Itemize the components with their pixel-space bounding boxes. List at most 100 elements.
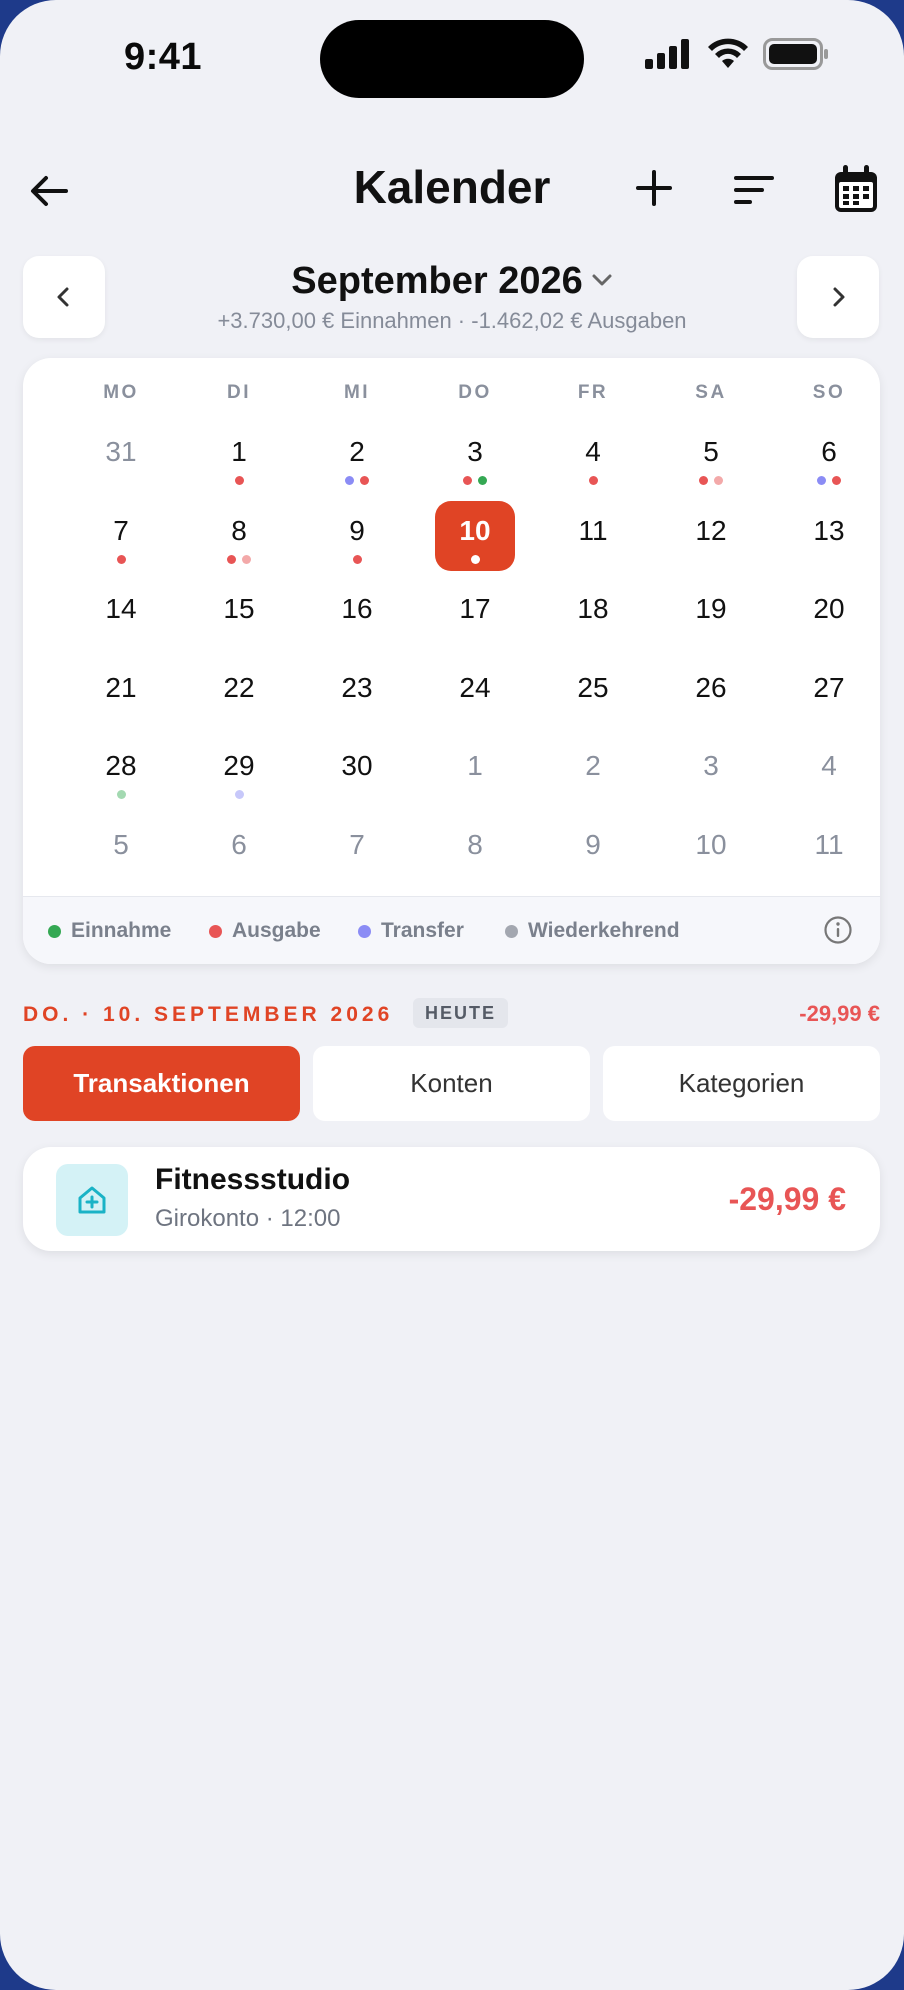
calendar-day[interactable]: 3 [416,420,534,498]
calendar-day[interactable]: 10 [652,813,770,891]
calendar-day[interactable]: 5 [62,813,180,891]
calendar-day[interactable]: 30 [298,734,416,812]
calendar-day[interactable]: 22 [180,656,298,734]
tab-transactions[interactable]: Transaktionen [23,1046,300,1121]
calendar-day-number: 12 [695,514,727,546]
calendar-day-number: 11 [814,828,844,860]
calendar-day[interactable]: 2 [298,420,416,498]
recurring-dot-icon [505,924,518,938]
calendar-day[interactable]: 8 [416,813,534,891]
calendar-day-number: 8 [467,828,483,860]
calendar-day[interactable]: 8 [180,499,298,577]
calendar-day[interactable]: 17 [416,577,534,655]
calendar-day[interactable]: 16 [298,577,416,655]
calendar-day[interactable]: 26 [652,656,770,734]
calendar-day[interactable]: 3 [652,734,770,812]
calendar-day-number: 2 [585,750,601,781]
calendar-day[interactable]: 24 [416,656,534,734]
calendar-day[interactable]: 11 [770,813,880,891]
transaction-item[interactable]: Fitnessstudio Girokonto · 12:00 -29,99 € [23,1147,880,1251]
tab-categories[interactable]: Kategorien [603,1046,880,1121]
calendar-day[interactable]: 14 [62,577,180,655]
calendar-day-number: 11 [578,514,608,546]
calendar-day[interactable]: 28 [62,734,180,812]
app-screen: 9:41 Kalender September 2026 +3.730,00 €… [0,0,904,1990]
calendar-day[interactable]: 18 [534,577,652,655]
calendar-day[interactable]: 4 [770,734,880,812]
calendar-day[interactable]: 7 [298,813,416,891]
calendar-day[interactable]: 19 [652,577,770,655]
sort-icon[interactable] [732,168,776,212]
calendar-day[interactable]: 1 [180,420,298,498]
weekday-label: MI [343,382,371,403]
calendar-day-selected[interactable]: 10 [416,499,534,577]
calendar-day-number: 20 [813,593,845,624]
calendar-day[interactable]: 23 [298,656,416,734]
next-month-button[interactable] [797,256,879,338]
calendar-day-number: 7 [349,828,365,860]
calendar-day[interactable]: 9 [298,499,416,577]
event-dot-icon [699,476,708,485]
calendar-day-number: 17 [459,593,491,624]
legend-expense: Ausgabe [209,919,321,943]
event-dots [62,554,180,564]
month-selector[interactable]: September 2026 [0,260,904,303]
calendar-day[interactable]: 15 [180,577,298,655]
dynamic-island [320,20,584,98]
event-dots [180,476,298,485]
calendar-day[interactable]: 20 [770,577,880,655]
calendar-day[interactable]: 13 [770,499,880,577]
legend-transfer-label: Transfer [381,919,464,942]
today-badge: HEUTE [413,998,509,1028]
calendar-day-number: 3 [703,750,719,781]
add-icon[interactable] [632,166,676,210]
calendar-day-number: 31 [105,436,137,467]
calendar-day-number: 29 [223,750,255,781]
event-dot-icon [227,554,236,564]
event-dot-icon [360,476,369,485]
calendar-day[interactable]: 12 [652,499,770,577]
legend-recurring-label: Wiederkehrend [528,919,680,942]
wifi-icon [708,38,748,68]
event-dot-icon [714,476,723,485]
calendar-day[interactable]: 4 [534,420,652,498]
calendar-day[interactable]: 7 [62,499,180,577]
info-icon[interactable] [823,915,853,945]
calendar-day[interactable]: 29 [180,734,298,812]
calendar-day-number: 21 [105,671,137,703]
calendar-day[interactable]: 5 [652,420,770,498]
event-dots [416,476,534,485]
event-dots [652,476,770,485]
weekday-label: MO [103,382,139,403]
calendar-day[interactable]: 27 [770,656,880,734]
event-dot-icon [463,476,472,485]
event-dots [62,790,180,799]
calendar-day[interactable]: 6 [770,420,880,498]
calendar-day[interactable]: 21 [62,656,180,734]
calendar-day[interactable]: 25 [534,656,652,734]
calendar-day[interactable]: 2 [534,734,652,812]
calendar-day[interactable]: 11 [534,499,652,577]
calendar-day[interactable]: 1 [416,734,534,812]
calendar-day-number: 2 [349,436,365,467]
calendar-icon[interactable] [832,164,880,214]
calendar-day-number: 8 [231,514,247,546]
calendar-day-number: 6 [821,436,837,467]
calendar-grid: MO DI MI DO FR SA SO 31 1 2 3 4 5 6 7 8 9 10 11 12 13 14 15 16… [23,358,880,964]
event-dot-icon [817,476,826,485]
calendar-day[interactable]: 6 [180,813,298,891]
status-bar: 9:41 [0,0,904,120]
legend-expense-label: Ausgabe [232,919,321,942]
month-summary: +3.730,00 € Einnahmen · -1.462,02 € Ausg… [217,308,687,333]
chevron-right-icon [833,287,845,307]
calendar-day[interactable]: 9 [534,813,652,891]
legend: Einnahme Ausgabe Transfer Wiederkehrend [23,896,880,964]
calendar-day-number: 14 [105,593,137,624]
tab-accounts[interactable]: Konten [313,1046,590,1121]
calendar-day-number: 9 [585,828,601,860]
event-dots [416,554,534,564]
event-dots [298,476,416,485]
event-dot-icon [234,790,244,799]
calendar-day[interactable]: 31 [62,420,180,498]
calendar-day-number: 25 [577,671,609,703]
